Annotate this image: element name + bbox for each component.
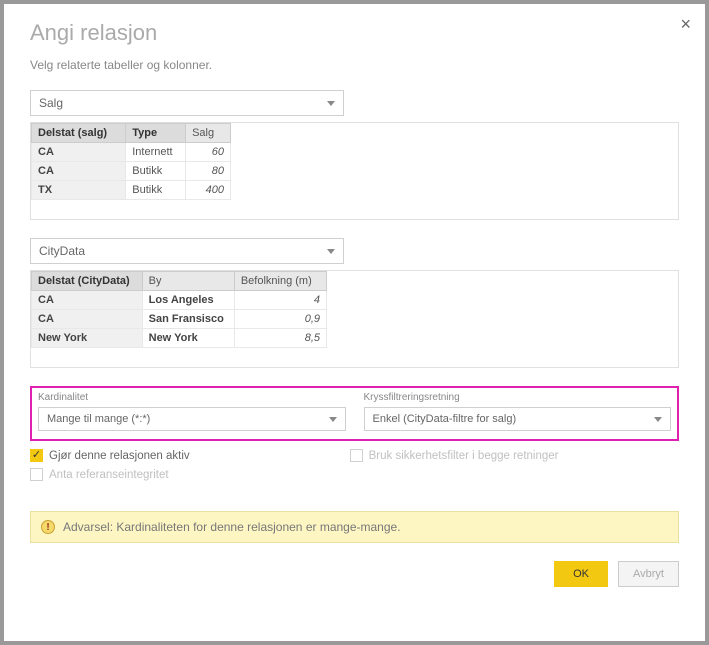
warning-banner: ! Advarsel: Kardinaliteten for denne rel… xyxy=(30,511,679,543)
crossfilter-select[interactable]: Enkel (CityData-filtre for salg) xyxy=(364,407,672,431)
checkbox-make-active[interactable]: ✓ Gjør denne relasjonen aktiv xyxy=(30,449,190,462)
checkbox-label: Gjør denne relasjonen aktiv xyxy=(49,450,190,462)
col-header: Type xyxy=(126,124,186,143)
chevron-down-icon xyxy=(329,417,337,422)
col-header: Befolkning (m) xyxy=(234,272,326,291)
table-row: New York New York 8,5 xyxy=(32,329,327,348)
checkbox-label: Bruk sikkerhetsfilter i begge retninger xyxy=(369,450,559,462)
chevron-down-icon xyxy=(654,417,662,422)
chevron-down-icon xyxy=(327,249,335,254)
ok-button[interactable]: OK xyxy=(554,561,608,587)
highlight-box: Kardinalitet Mange til mange (*:*) Kryss… xyxy=(30,386,679,441)
crossfilter-value: Enkel (CityData-filtre for salg) xyxy=(373,413,517,425)
warning-icon: ! xyxy=(41,520,55,534)
select-second-table[interactable]: CityData xyxy=(30,238,344,264)
select-second-table-value: CityData xyxy=(39,244,85,258)
second-table-preview: Delstat (CityData) By Befolkning (m) CA … xyxy=(30,270,679,368)
cardinality-select[interactable]: Mange til mange (*:*) xyxy=(38,407,346,431)
cardinality-value: Mange til mange (*:*) xyxy=(47,413,150,425)
chevron-down-icon xyxy=(327,101,335,106)
checkbox-label: Anta referanseintegritet xyxy=(49,469,169,481)
table-row: CA Internett 60 xyxy=(32,143,231,162)
col-header: Delstat (CityData) xyxy=(32,272,143,291)
col-header: Salg xyxy=(186,124,231,143)
dialog-subtitle: Velg relaterte tabeller og kolonner. xyxy=(30,58,679,72)
col-header: By xyxy=(142,272,234,291)
first-table-preview: Delstat (salg) Type Salg CA Internett 60… xyxy=(30,122,679,220)
edit-relationship-dialog: × Angi relasjon Velg relaterte tabeller … xyxy=(4,4,705,641)
checkbox-icon xyxy=(350,449,363,462)
checkbox-referential-integrity: Anta referanseintegritet xyxy=(30,468,169,481)
cardinality-label: Kardinalitet xyxy=(38,392,346,403)
checkbox-icon: ✓ xyxy=(30,449,43,462)
table-row: CA San Fransisco 0,9 xyxy=(32,310,327,329)
checkbox-security-filter: Bruk sikkerhetsfilter i begge retninger xyxy=(350,449,559,462)
table-row: CA Butikk 80 xyxy=(32,162,231,181)
cancel-button[interactable]: Avbryt xyxy=(618,561,679,587)
crossfilter-label: Kryssfiltreringsretning xyxy=(364,392,672,403)
warning-text: Advarsel: Kardinaliteten for denne relas… xyxy=(63,520,401,534)
table-row: CA Los Angeles 4 xyxy=(32,291,327,310)
table-row: TX Butikk 400 xyxy=(32,181,231,200)
dialog-title: Angi relasjon xyxy=(30,20,679,46)
select-first-table[interactable]: Salg xyxy=(30,90,344,116)
col-header: Delstat (salg) xyxy=(32,124,126,143)
checkbox-icon xyxy=(30,468,43,481)
select-first-table-value: Salg xyxy=(39,96,63,110)
close-icon[interactable]: × xyxy=(680,14,691,35)
